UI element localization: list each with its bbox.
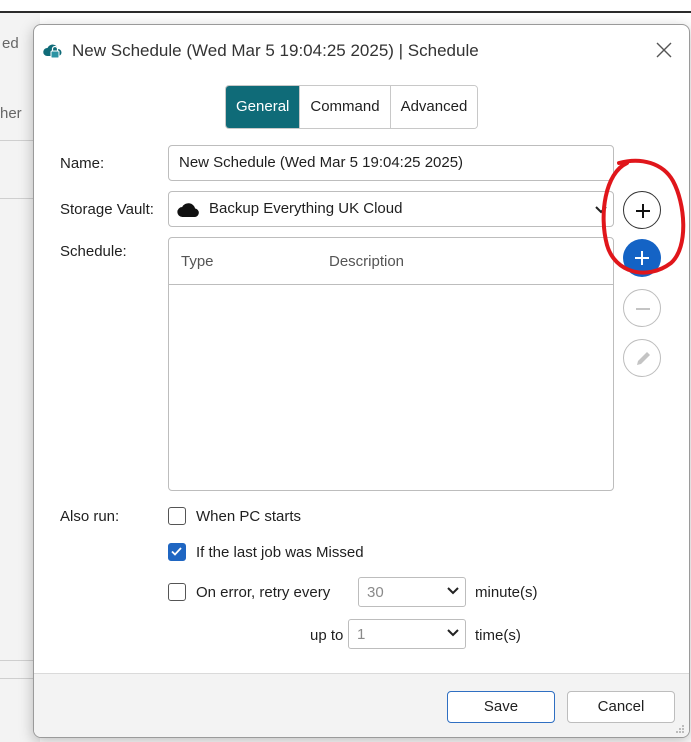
save-button[interactable]: Save xyxy=(447,691,555,723)
schedule-dialog: New Schedule (Wed Mar 5 19:04:25 2025) |… xyxy=(33,24,690,738)
retry-checkbox[interactable] xyxy=(168,583,186,601)
cloud-icon xyxy=(177,203,199,218)
retry-interval-select[interactable]: 30 xyxy=(358,577,466,607)
retry-label: On error, retry every xyxy=(196,584,331,601)
cloud-lock-icon xyxy=(43,44,62,59)
remove-icon xyxy=(636,308,650,310)
storage-vault-select[interactable]: Backup Everything UK Cloud xyxy=(168,191,614,227)
resize-grip-icon[interactable] xyxy=(675,724,685,734)
column-header-description: Description xyxy=(329,253,405,270)
add-icon xyxy=(636,204,650,218)
close-icon[interactable] xyxy=(651,37,677,63)
chevron-down-icon xyxy=(595,206,607,214)
retry-times-value: 1 xyxy=(357,626,366,643)
background-text-fragment: her xyxy=(0,105,22,122)
edit-icon xyxy=(637,352,650,365)
top-edge xyxy=(0,0,691,13)
add-vault-button[interactable] xyxy=(623,191,661,229)
cancel-button[interactable]: Cancel xyxy=(567,691,675,723)
column-header-type: Type xyxy=(181,253,214,270)
retry-times-select[interactable]: 1 xyxy=(348,619,466,649)
retry-interval-value: 30 xyxy=(367,584,384,601)
storage-vault-label: Storage Vault: xyxy=(60,201,154,218)
tab-advanced[interactable]: Advanced xyxy=(390,86,478,128)
tab-bar: General Command Advanced xyxy=(225,85,479,129)
background-text-fragment: ed xyxy=(2,35,19,52)
edit-schedule-button[interactable] xyxy=(623,339,661,377)
schedule-label: Schedule: xyxy=(60,243,127,260)
if-last-missed-checkbox[interactable] xyxy=(168,543,186,561)
chevron-down-icon xyxy=(447,587,459,595)
name-field-value: New Schedule (Wed Mar 5 19:04:25 2025) xyxy=(179,154,464,171)
retry-times-unit: time(s) xyxy=(475,627,521,644)
chevron-down-icon xyxy=(447,629,459,637)
name-label: Name: xyxy=(60,155,105,172)
title-bar: New Schedule (Wed Mar 5 19:04:25 2025) |… xyxy=(34,25,689,77)
tab-command[interactable]: Command xyxy=(300,86,391,128)
dialog-footer: Save Cancel xyxy=(34,673,689,737)
when-pc-starts-label: When PC starts xyxy=(196,508,302,525)
table-header: Type Description xyxy=(169,238,613,285)
name-field[interactable]: New Schedule (Wed Mar 5 19:04:25 2025) xyxy=(168,145,614,181)
if-last-missed-label: If the last job was Missed xyxy=(196,544,364,561)
storage-vault-value: Backup Everything UK Cloud xyxy=(209,200,403,217)
up-to-label: up to xyxy=(310,627,344,644)
add-schedule-button[interactable] xyxy=(623,239,661,277)
dialog-title: New Schedule (Wed Mar 5 19:04:25 2025) |… xyxy=(72,41,479,60)
checkmark-icon xyxy=(171,547,182,556)
remove-schedule-button[interactable] xyxy=(623,289,661,327)
when-pc-starts-checkbox[interactable] xyxy=(168,507,186,525)
tab-general[interactable]: General xyxy=(226,86,301,128)
schedule-table[interactable]: Type Description xyxy=(168,237,614,491)
add-icon xyxy=(635,251,649,265)
retry-interval-unit: minute(s) xyxy=(475,584,538,601)
also-run-label: Also run: xyxy=(60,508,120,525)
